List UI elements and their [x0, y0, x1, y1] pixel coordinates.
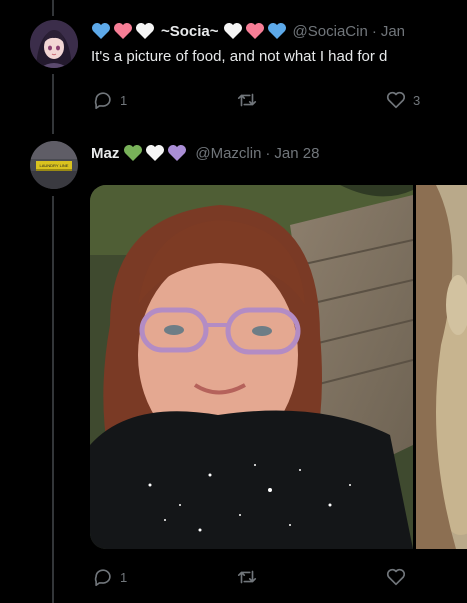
media-gallery[interactable] — [90, 185, 467, 549]
avatar-laundry-sign-image: LAUNDRY LINE — [30, 141, 78, 189]
separator-dot: · — [371, 22, 377, 40]
heart-outline-icon — [386, 91, 406, 109]
blue-heart-icon — [91, 22, 111, 40]
thread-line-bottom — [52, 196, 54, 603]
avatar-anime-girl-image — [30, 20, 78, 68]
tweet-header: ~Socia~ @SociaCin · Jan — [91, 20, 405, 42]
user-handle[interactable]: @Mazclin — [195, 145, 261, 162]
reply-icon — [94, 92, 111, 110]
white-heart-icon — [223, 22, 243, 40]
second-image — [416, 185, 467, 549]
retweet-icon — [237, 570, 257, 584]
retweet-button[interactable] — [236, 89, 258, 111]
reply-count: 1 — [120, 569, 128, 585]
reply-button[interactable]: 1 — [92, 89, 127, 111]
green-heart-icon — [123, 144, 143, 162]
timeline: ~Socia~ @SociaCin · Jan It's a picture o… — [0, 0, 467, 603]
avatar[interactable] — [30, 20, 78, 68]
timestamp[interactable]: Jan — [381, 23, 405, 40]
separator-dot: · — [265, 144, 271, 162]
purple-heart-icon — [167, 144, 187, 162]
thread-line-middle — [52, 74, 54, 134]
pink-heart-icon — [245, 22, 265, 40]
selfie-image — [90, 185, 414, 549]
photo-second[interactable] — [416, 185, 467, 549]
tweet-text: It's a picture of food, and not what I h… — [91, 48, 388, 65]
like-button[interactable]: 3 — [385, 89, 420, 111]
white-heart-icon — [135, 22, 155, 40]
reply-button[interactable]: 1 — [92, 566, 127, 588]
white-heart-icon — [145, 144, 165, 162]
thread-line-top — [52, 0, 54, 16]
retweet-icon — [237, 93, 257, 107]
blue-heart-icon — [267, 22, 287, 40]
pink-heart-icon — [113, 22, 133, 40]
like-count: 3 — [413, 92, 421, 108]
timestamp[interactable]: Jan 28 — [274, 145, 319, 162]
reply-icon — [94, 569, 111, 587]
avatar-banner-text: LAUNDRY LINE — [40, 163, 69, 168]
heart-outline-icon — [386, 568, 406, 586]
user-handle[interactable]: @SociaCin — [293, 23, 368, 40]
avatar[interactable]: LAUNDRY LINE — [30, 141, 78, 189]
like-button[interactable] — [385, 566, 407, 588]
reply-count: 1 — [120, 92, 128, 108]
tweet-header: Maz @Mazclin · Jan 28 — [91, 142, 319, 164]
display-name[interactable]: ~Socia~ — [161, 23, 219, 40]
photo-selfie[interactable] — [90, 185, 414, 549]
retweet-button[interactable] — [236, 566, 258, 588]
display-name[interactable]: Maz — [91, 145, 119, 162]
